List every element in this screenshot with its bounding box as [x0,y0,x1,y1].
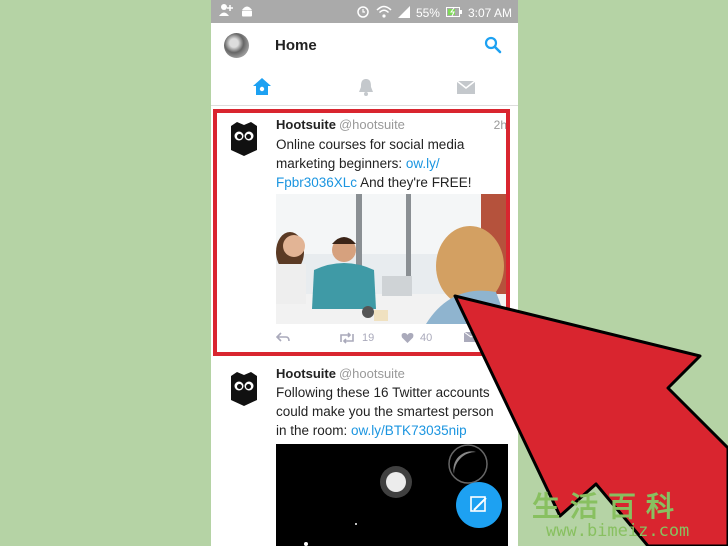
retweet-icon [340,332,354,344]
tweet-header: Hootsuite @hootsuite [276,366,405,381]
tweet-text-line: in the room: [276,423,352,438]
top-app-bar: Home [211,23,518,69]
compose-icon [470,496,487,512]
clock-time: 3:07 AM [467,5,512,20]
tweet-link[interactable]: ow.ly/BTK73035nip [351,423,467,438]
watermark-chinese: 生活百科 [532,491,685,522]
tweet-text: Following these 16 Twitter accounts coul… [276,383,506,440]
hootsuite-owl-avatar[interactable] [231,372,257,406]
like-count: 40 [420,332,433,344]
tweet-photo[interactable] [276,194,508,324]
battery-charging-icon [445,6,462,20]
home-icon [253,78,271,95]
author-handle[interactable]: @hootsuite [339,117,405,132]
tweet-text-line: Following these 16 Twitter accounts [276,385,490,400]
retweet-button[interactable]: 19 [338,332,374,344]
retweet-count: 19 [362,332,375,344]
watermark: 生活百科 www.bimeiz.com [528,485,728,546]
envelope-icon [464,332,478,342]
tweet-link[interactable]: ow.ly/ [406,156,440,171]
tweet-text: Online courses for social media marketin… [276,135,506,192]
search-icon[interactable] [484,36,502,54]
compose-tweet-button[interactable] [456,482,502,528]
android-icon [241,3,253,20]
tweet-card[interactable]: Hootsuite @hootsuite 2h Online courses fo… [211,106,518,356]
tab-notifications[interactable] [355,76,377,98]
tab-bar [211,69,518,106]
phone-screen: 55% 3:07 AM Home Hootsuite @hootsuite 2h… [211,0,518,546]
timeline-feed[interactable]: Hootsuite @hootsuite 2h Online courses fo… [211,106,518,546]
tweet-text-line: marketing beginners: [276,156,406,171]
tweet-link-continued[interactable]: Fpbr3036XLc [276,175,357,190]
signal-icon [397,5,410,21]
author-name[interactable]: Hootsuite [276,366,336,381]
alarm-icon [356,4,370,21]
tweet-text-line: could make you the smartest person [276,404,494,419]
author-name[interactable]: Hootsuite [276,117,336,132]
status-bar: 55% 3:07 AM [211,0,518,23]
hootsuite-owl-avatar[interactable] [231,122,257,156]
profile-avatar[interactable] [224,33,249,58]
tweet-text-tail: And they're FREE! [357,175,472,190]
tweet-actions: 19 40 [276,332,508,348]
tab-messages[interactable] [455,76,477,98]
like-button[interactable]: 40 [401,332,432,344]
add-contact-icon [219,3,233,20]
tab-home[interactable] [251,76,273,98]
heart-icon [401,333,414,343]
reply-icon [276,332,290,342]
watermark-url: www.bimeiz.com [546,521,690,541]
direct-message-button[interactable] [464,332,478,342]
author-handle[interactable]: @hootsuite [339,366,405,381]
tweet-timestamp: 2h [493,118,507,132]
battery-percent: 55% [415,5,440,20]
tweet-text-line: Online courses for social media [276,137,465,152]
tweet-header: Hootsuite @hootsuite [276,117,405,132]
page-title: Home [275,37,317,54]
bell-icon [359,79,373,92]
wifi-icon [376,5,392,21]
reply-button[interactable] [276,332,290,343]
